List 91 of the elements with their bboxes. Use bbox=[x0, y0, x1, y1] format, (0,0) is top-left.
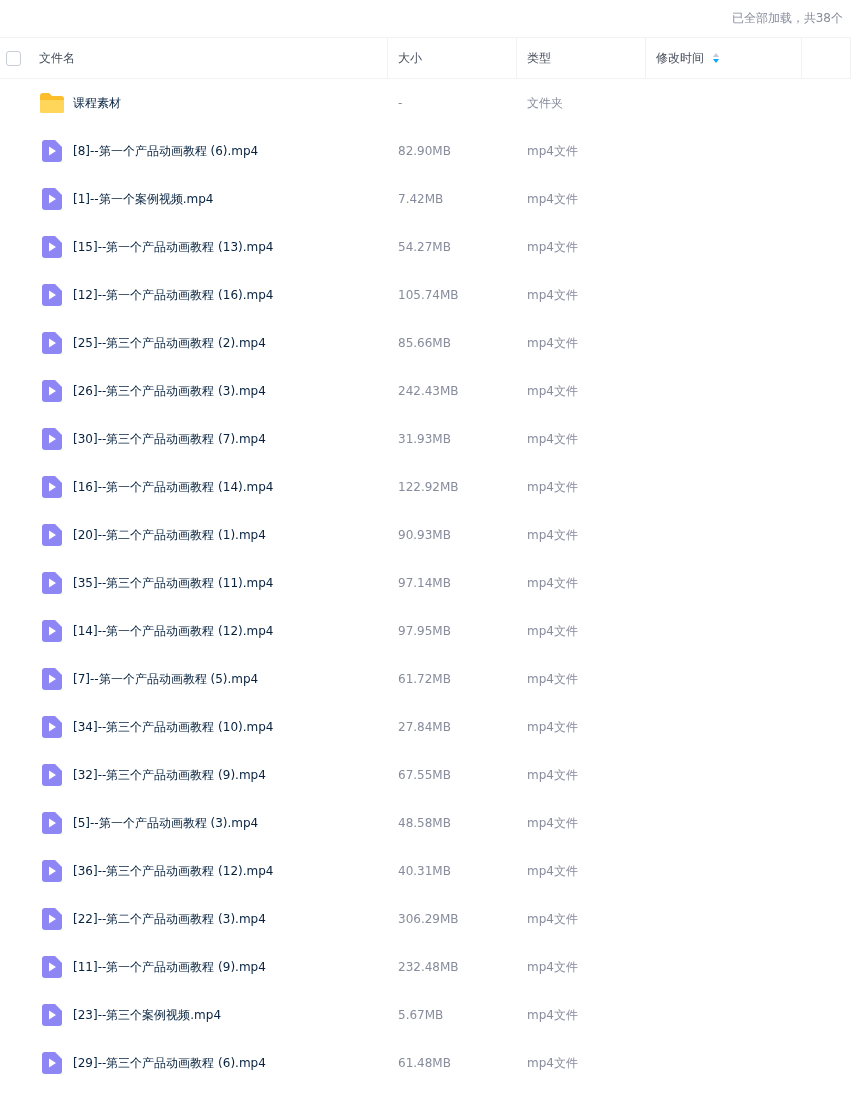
video-file-icon bbox=[39, 716, 65, 738]
load-status: 已全部加载，共38个 bbox=[731, 10, 843, 27]
file-size: 5.67MB bbox=[398, 1008, 444, 1022]
file-name[interactable]: [15]--第一个产品动画教程 (13).mp4 bbox=[73, 238, 274, 256]
file-type: 文件夹 bbox=[527, 94, 563, 112]
select-all-checkbox[interactable] bbox=[6, 50, 21, 66]
video-file-icon bbox=[39, 860, 65, 882]
video-file-icon bbox=[39, 956, 65, 978]
file-name[interactable]: [35]--第三个产品动画教程 (11).mp4 bbox=[73, 574, 274, 592]
file-size: 105.74MB bbox=[398, 288, 459, 302]
file-name[interactable]: [22]--第二个产品动画教程 (3).mp4 bbox=[73, 910, 266, 928]
file-name[interactable]: [5]--第一个产品动画教程 (3).mp4 bbox=[73, 814, 259, 832]
video-file-icon bbox=[39, 524, 65, 546]
file-name[interactable]: [20]--第二个产品动画教程 (1).mp4 bbox=[73, 526, 266, 544]
video-file-icon bbox=[39, 620, 65, 642]
file-type: mp4文件 bbox=[527, 1054, 578, 1072]
file-type: mp4文件 bbox=[527, 526, 578, 544]
file-name[interactable]: [14]--第一个产品动画教程 (12).mp4 bbox=[73, 622, 274, 640]
video-file-icon bbox=[39, 668, 65, 690]
sort-icon[interactable] bbox=[712, 52, 720, 64]
file-size: 54.27MB bbox=[398, 240, 451, 254]
video-file-icon bbox=[39, 764, 65, 786]
file-size: 90.93MB bbox=[398, 528, 451, 542]
file-name[interactable]: [12]--第一个产品动画教程 (16).mp4 bbox=[73, 286, 274, 304]
file-size: 97.14MB bbox=[398, 576, 451, 590]
file-type: mp4文件 bbox=[527, 574, 578, 592]
column-header[interactable]: 修改时间 bbox=[656, 49, 704, 67]
video-file-icon bbox=[39, 332, 65, 354]
file-size: 306.29MB bbox=[398, 912, 459, 926]
file-name[interactable]: [30]--第三个产品动画教程 (7).mp4 bbox=[73, 430, 266, 448]
file-size: 232.48MB bbox=[398, 960, 459, 974]
video-file-icon bbox=[39, 572, 65, 594]
file-type: mp4文件 bbox=[527, 238, 578, 256]
file-type: mp4文件 bbox=[527, 286, 578, 304]
file-size: 122.92MB bbox=[398, 480, 459, 494]
video-file-icon bbox=[39, 1004, 65, 1026]
file-size: 27.84MB bbox=[398, 720, 451, 734]
file-type: mp4文件 bbox=[527, 718, 578, 736]
file-type: mp4文件 bbox=[527, 190, 578, 208]
video-file-icon bbox=[39, 908, 65, 930]
file-name[interactable]: [34]--第三个产品动画教程 (10).mp4 bbox=[73, 718, 274, 736]
file-type: mp4文件 bbox=[527, 334, 578, 352]
file-size: 242.43MB bbox=[398, 384, 459, 398]
video-file-icon bbox=[39, 812, 65, 834]
file-size: - bbox=[398, 96, 403, 110]
file-name[interactable]: [25]--第三个产品动画教程 (2).mp4 bbox=[73, 334, 266, 352]
file-name[interactable]: [11]--第一个产品动画教程 (9).mp4 bbox=[73, 958, 266, 976]
file-name[interactable]: [32]--第三个产品动画教程 (9).mp4 bbox=[73, 766, 266, 784]
video-file-icon bbox=[39, 476, 65, 498]
video-file-icon bbox=[39, 140, 65, 162]
file-size: 31.93MB bbox=[398, 432, 451, 446]
file-name[interactable]: [36]--第三个产品动画教程 (12).mp4 bbox=[73, 862, 274, 880]
file-type: mp4文件 bbox=[527, 814, 578, 832]
file-name[interactable]: [26]--第三个产品动画教程 (3).mp4 bbox=[73, 382, 266, 400]
file-type: mp4文件 bbox=[527, 862, 578, 880]
video-file-icon bbox=[39, 284, 65, 306]
file-type: mp4文件 bbox=[527, 382, 578, 400]
file-type: mp4文件 bbox=[527, 142, 578, 160]
column-header[interactable]: 大小 bbox=[398, 49, 422, 67]
file-name[interactable]: [7]--第一个产品动画教程 (5).mp4 bbox=[73, 670, 259, 688]
file-name[interactable]: [16]--第一个产品动画教程 (14).mp4 bbox=[73, 478, 274, 496]
file-type: mp4文件 bbox=[527, 1006, 578, 1024]
video-file-icon bbox=[39, 236, 65, 258]
file-size: 97.95MB bbox=[398, 624, 451, 638]
file-type: mp4文件 bbox=[527, 478, 578, 496]
file-size: 61.72MB bbox=[398, 672, 451, 686]
video-file-icon bbox=[39, 380, 65, 402]
file-size: 82.90MB bbox=[398, 144, 451, 158]
file-name[interactable]: [1]--第一个案例视频.mp4 bbox=[73, 190, 214, 208]
file-type: mp4文件 bbox=[527, 670, 578, 688]
file-type: mp4文件 bbox=[527, 958, 578, 976]
video-file-icon bbox=[39, 188, 65, 210]
video-file-icon bbox=[39, 1052, 65, 1074]
file-type: mp4文件 bbox=[527, 910, 578, 928]
file-type: mp4文件 bbox=[527, 622, 578, 640]
file-name[interactable]: [8]--第一个产品动画教程 (6).mp4 bbox=[73, 142, 259, 160]
file-size: 67.55MB bbox=[398, 768, 451, 782]
file-name[interactable]: 课程素材 bbox=[73, 94, 121, 112]
file-size: 48.58MB bbox=[398, 816, 451, 830]
file-name[interactable]: [23]--第三个案例视频.mp4 bbox=[73, 1006, 222, 1024]
video-file-icon bbox=[39, 428, 65, 450]
file-type: mp4文件 bbox=[527, 766, 578, 784]
column-header[interactable]: 文件名 bbox=[39, 49, 75, 67]
file-name[interactable]: [29]--第三个产品动画教程 (6).mp4 bbox=[73, 1054, 266, 1072]
file-size: 7.42MB bbox=[398, 192, 444, 206]
column-header[interactable]: 类型 bbox=[527, 49, 551, 67]
file-size: 61.48MB bbox=[398, 1056, 451, 1070]
file-size: 40.31MB bbox=[398, 864, 451, 878]
folder-icon bbox=[39, 92, 65, 114]
file-type: mp4文件 bbox=[527, 430, 578, 448]
file-size: 85.66MB bbox=[398, 336, 451, 350]
